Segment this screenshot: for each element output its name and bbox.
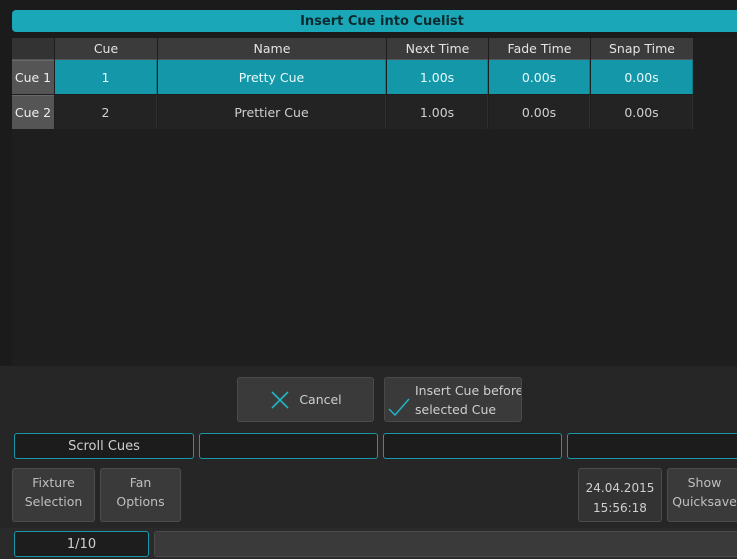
column-header-next-time[interactable]: Next Time <box>387 38 488 60</box>
cue-name-cell[interactable]: Prettier Cue <box>158 95 386 129</box>
next-time-cell[interactable]: 1.00s <box>387 60 488 94</box>
fixture-selection-button[interactable]: Fixture Selection <box>12 468 95 522</box>
check-icon <box>387 395 411 419</box>
cancel-button-label: Cancel <box>299 392 342 407</box>
insert-cue-button-label: Insert Cue before selected Cue <box>415 382 521 417</box>
input-field-2[interactable] <box>199 433 378 459</box>
row-label-header <box>12 38 54 60</box>
row-label[interactable]: Cue 1 <box>12 60 54 94</box>
input-field-3[interactable] <box>383 433 562 459</box>
command-line[interactable] <box>154 531 737 557</box>
page-indicator[interactable]: 1/10 <box>14 531 149 557</box>
insert-cue-button[interactable]: Insert Cue before selected Cue <box>384 377 522 422</box>
close-icon <box>269 389 291 411</box>
fan-options-button[interactable]: Fan Options <box>100 468 181 522</box>
dialog-title: Insert Cue into Cuelist <box>300 13 464 29</box>
next-time-cell[interactable]: 1.00s <box>387 95 488 129</box>
clock-display: 24.04.2015 15:56:18 <box>578 468 662 522</box>
snap-time-cell[interactable]: 0.00s <box>591 95 693 129</box>
cue-number-cell[interactable]: 1 <box>55 60 157 94</box>
column-header-cue[interactable]: Cue <box>55 38 157 60</box>
date-text: 24.04.2015 <box>585 481 655 495</box>
cue-number-cell[interactable]: 2 <box>55 95 157 129</box>
snap-time-cell[interactable]: 0.00s <box>591 60 693 94</box>
row-label[interactable]: Cue 2 <box>12 95 54 129</box>
column-header-fade-time[interactable]: Fade Time <box>489 38 590 60</box>
cue-name-cell[interactable]: Pretty Cue <box>158 60 386 94</box>
input-field-4[interactable] <box>567 433 737 459</box>
fade-time-cell[interactable]: 0.00s <box>489 95 590 129</box>
column-header-snap-time[interactable]: Snap Time <box>591 38 693 60</box>
fade-time-cell[interactable]: 0.00s <box>489 60 590 94</box>
cue-table: Cue Name Next Time Fade Time Snap Time C… <box>12 38 737 366</box>
show-quicksave-button[interactable]: Show Quicksave <box>667 468 737 522</box>
time-text: 15:56:18 <box>593 501 647 515</box>
column-header-name[interactable]: Name <box>158 38 386 60</box>
cancel-button[interactable]: Cancel <box>237 377 374 422</box>
dialog-title-bar: Insert Cue into Cuelist <box>12 10 737 32</box>
scroll-cues-field[interactable]: Scroll Cues <box>14 433 194 459</box>
